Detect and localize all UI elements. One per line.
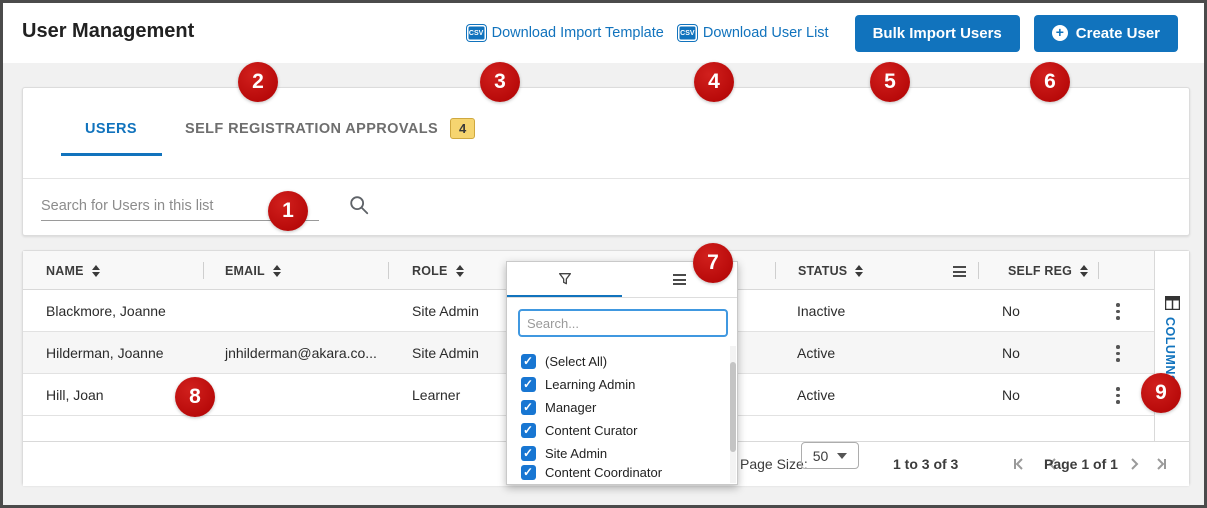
approvals-count-badge: 4 bbox=[450, 118, 476, 139]
column-divider bbox=[775, 262, 776, 279]
download-import-template-link[interactable]: CSV Download Import Template bbox=[466, 25, 664, 41]
tab-self-registration-label: SELF REGISTRATION APPROVALS bbox=[185, 120, 439, 137]
column-header-self-reg[interactable]: SELF REG bbox=[1008, 251, 1089, 290]
cell-name: Hilderman, Joanne bbox=[46, 345, 164, 361]
download-import-template-label: Download Import Template bbox=[491, 25, 664, 41]
create-user-button[interactable]: + Create User bbox=[1033, 14, 1178, 52]
annotation-circle-9: 9 bbox=[1141, 373, 1181, 413]
cell-self-reg: No bbox=[1002, 345, 1020, 361]
sort-icon[interactable] bbox=[272, 264, 281, 277]
annotation-circle-3: 3 bbox=[480, 62, 520, 102]
user-management-page: User Management CSV Download Import Temp… bbox=[0, 0, 1207, 508]
cell-role: Site Admin bbox=[412, 345, 479, 361]
download-user-list-label: Download User List bbox=[702, 25, 829, 41]
columns-grid-icon bbox=[1164, 295, 1181, 315]
checkbox-checked-icon[interactable] bbox=[521, 465, 536, 480]
sort-icon[interactable] bbox=[855, 264, 864, 277]
column-header-role[interactable]: ROLE bbox=[412, 251, 464, 290]
row-actions-kebab-icon[interactable] bbox=[1116, 387, 1120, 404]
csv-file-icon: CSV bbox=[466, 25, 486, 41]
checkbox-checked-icon[interactable] bbox=[521, 400, 536, 415]
filter-funnel-icon bbox=[558, 272, 571, 284]
annotation-circle-1: 1 bbox=[268, 191, 308, 231]
plus-circle-icon: + bbox=[1051, 25, 1068, 41]
row-actions-kebab-icon[interactable] bbox=[1116, 345, 1120, 362]
next-page-icon[interactable] bbox=[1126, 456, 1142, 477]
annotation-circle-5: 5 bbox=[870, 62, 910, 102]
last-page-icon[interactable] bbox=[1153, 456, 1169, 477]
cell-email: jnhilderman@akara.co... bbox=[225, 345, 377, 361]
annotation-circle-8: 8 bbox=[175, 377, 215, 417]
header-actions: CSV Download Import Template CSV Downloa… bbox=[466, 3, 1178, 63]
column-header-status[interactable]: STATUS bbox=[798, 251, 864, 290]
download-user-list-link[interactable]: CSV Download User List bbox=[677, 25, 829, 41]
page-size-label: Page Size: bbox=[740, 456, 808, 472]
column-menu-icon[interactable] bbox=[953, 266, 966, 277]
filter-search-input[interactable] bbox=[518, 309, 728, 337]
cell-self-reg: No bbox=[1002, 387, 1020, 403]
annotation-circle-7: 7 bbox=[693, 243, 733, 283]
annotation-circle-6: 6 bbox=[1030, 62, 1070, 102]
column-divider bbox=[1098, 262, 1099, 279]
cell-role: Site Admin bbox=[412, 303, 479, 319]
create-user-label: Create User bbox=[1075, 24, 1160, 42]
column-divider bbox=[203, 262, 204, 279]
page-indicator-label: Page 1 of 1 bbox=[1044, 456, 1118, 472]
column-header-email[interactable]: EMAIL bbox=[225, 251, 281, 290]
tabs-card: USERS SELF REGISTRATION APPROVALS 4 bbox=[22, 87, 1190, 236]
filter-option[interactable]: Manager bbox=[521, 400, 596, 415]
page-title: User Management bbox=[22, 20, 195, 42]
cell-status: Active bbox=[797, 345, 836, 361]
caret-down-icon bbox=[837, 452, 848, 459]
filter-option[interactable]: Content Coordinator bbox=[521, 465, 662, 480]
sort-icon[interactable] bbox=[1080, 264, 1089, 277]
annotation-circle-4: 4 bbox=[694, 62, 734, 102]
tab-users[interactable]: USERS bbox=[85, 121, 137, 137]
cell-status: Inactive bbox=[797, 303, 846, 319]
bulk-import-users-button[interactable]: Bulk Import Users bbox=[854, 14, 1020, 52]
first-page-icon[interactable] bbox=[1011, 456, 1027, 477]
cell-name: Blackmore, Joanne bbox=[46, 303, 166, 319]
cell-self-reg: No bbox=[1002, 303, 1020, 319]
filter-option[interactable]: Learning Admin bbox=[521, 377, 635, 392]
row-actions-kebab-icon[interactable] bbox=[1116, 303, 1120, 320]
checkbox-checked-icon[interactable] bbox=[521, 423, 536, 438]
sort-icon[interactable] bbox=[91, 264, 100, 277]
column-divider bbox=[978, 262, 979, 279]
filter-option[interactable]: Content Curator bbox=[521, 423, 638, 438]
filter-option-select-all[interactable]: (Select All) bbox=[521, 354, 607, 369]
cell-name: Hill, Joan bbox=[46, 387, 104, 403]
checkbox-checked-icon[interactable] bbox=[521, 354, 536, 369]
checkbox-checked-icon[interactable] bbox=[521, 446, 536, 461]
search-icon[interactable] bbox=[348, 194, 370, 221]
sort-icon[interactable] bbox=[455, 264, 464, 277]
tab-self-registration-approvals[interactable]: SELF REGISTRATION APPROVALS 4 bbox=[185, 118, 476, 139]
csv-file-icon: CSV bbox=[677, 25, 697, 41]
top-header-bar: User Management CSV Download Import Temp… bbox=[3, 3, 1204, 63]
row-range-label: 1 to 3 of 3 bbox=[893, 456, 959, 472]
active-tab-underline bbox=[61, 153, 162, 156]
menu-burger-icon bbox=[673, 274, 686, 285]
column-divider bbox=[388, 262, 389, 279]
divider bbox=[23, 178, 1189, 179]
cell-role: Learner bbox=[412, 387, 461, 403]
checkbox-checked-icon[interactable] bbox=[521, 377, 536, 392]
role-filter-popup: (Select All) Learning Admin Manager Cont… bbox=[506, 261, 738, 485]
bulk-import-users-label: Bulk Import Users bbox=[872, 24, 1002, 42]
column-header-name[interactable]: NAME bbox=[46, 251, 100, 290]
annotation-circle-2: 2 bbox=[238, 62, 278, 102]
filter-tab[interactable] bbox=[507, 262, 622, 297]
page-size-select[interactable]: 50 bbox=[801, 442, 859, 469]
filter-option[interactable]: Site Admin bbox=[521, 446, 607, 461]
scrollbar-thumb[interactable] bbox=[730, 362, 736, 452]
cell-status: Active bbox=[797, 387, 836, 403]
